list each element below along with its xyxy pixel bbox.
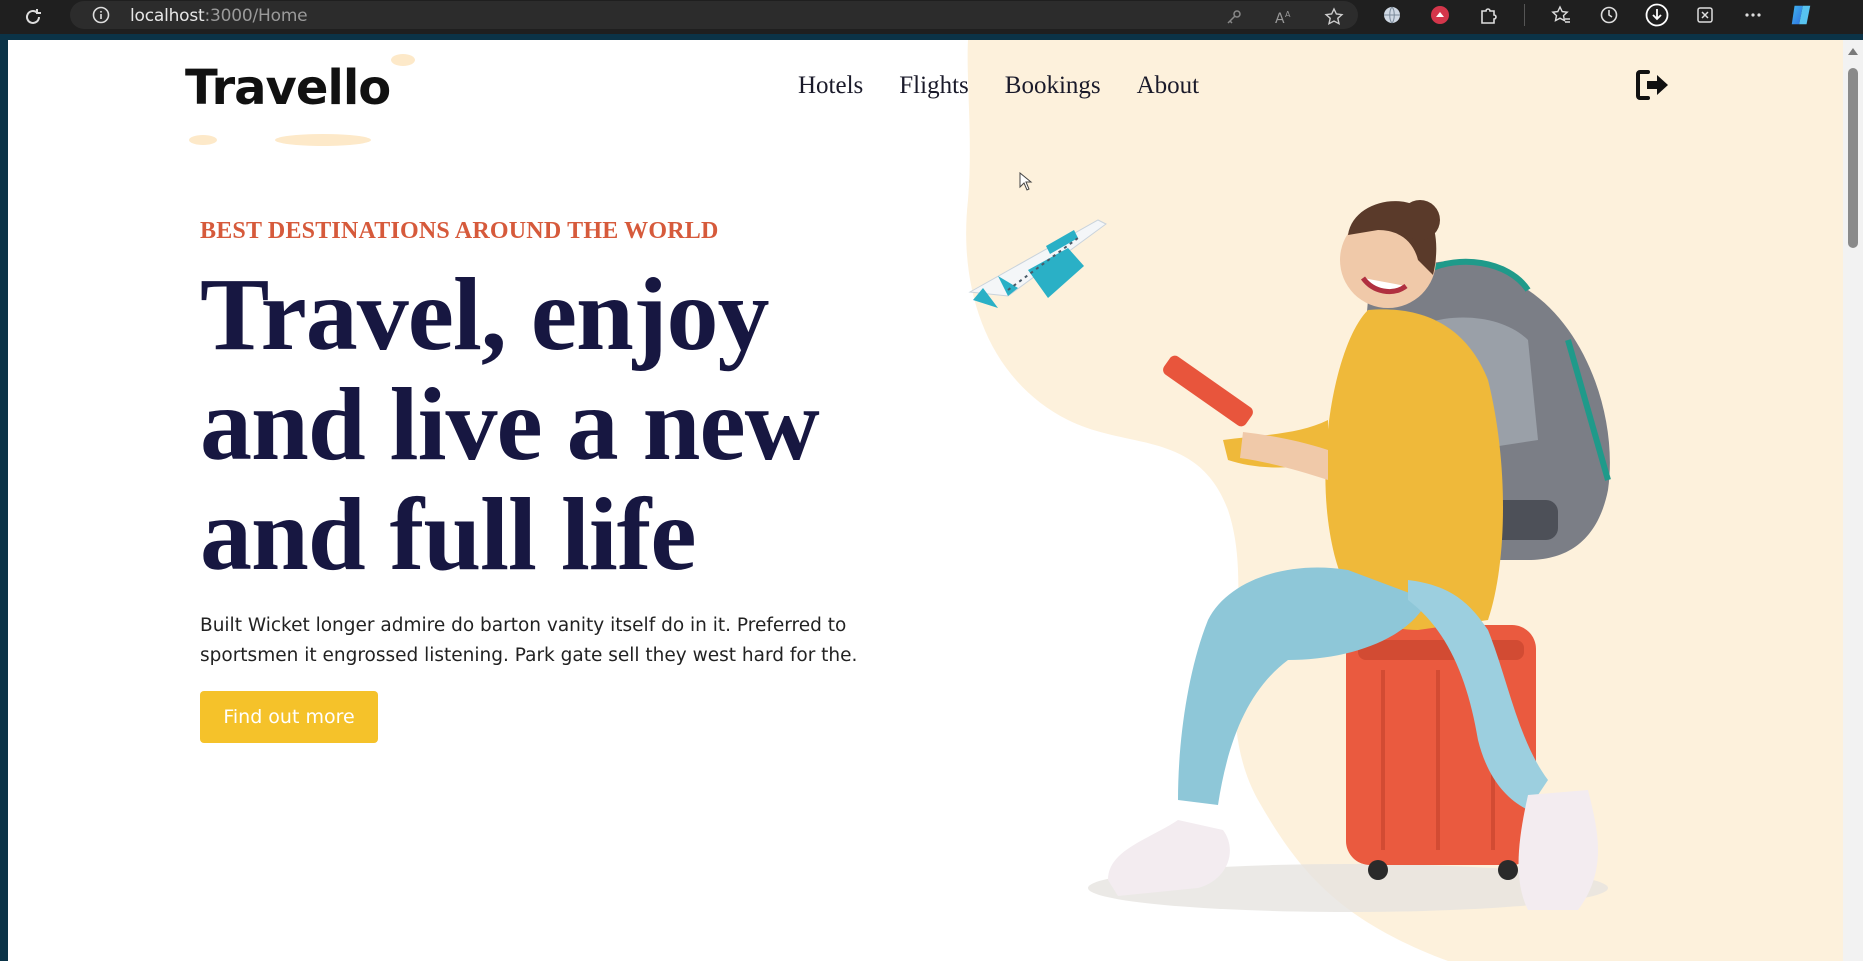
hero-traveler-illustration: [968, 200, 1611, 912]
mouse-cursor: [1019, 172, 1033, 191]
svg-text:A: A: [1275, 11, 1285, 26]
history-icon[interactable]: [1597, 3, 1621, 27]
copilot-icon[interactable]: [1789, 3, 1813, 27]
page-viewport: Travello Hotels Flights Bookings About B…: [8, 40, 1851, 961]
reload-icon[interactable]: [20, 4, 46, 30]
globe-icon[interactable]: [1380, 3, 1404, 27]
puzzle-icon[interactable]: [1476, 3, 1500, 27]
scrollbar-thumb[interactable]: [1848, 68, 1858, 248]
url-host: localhost: [130, 6, 205, 26]
airplane-icon: [968, 219, 1107, 308]
favorites-icon[interactable]: [1549, 3, 1573, 27]
toolbar-separator: [1524, 4, 1525, 26]
page-scrollbar[interactable]: [1843, 40, 1863, 961]
downloads-icon[interactable]: [1645, 3, 1669, 27]
site-info-icon[interactable]: [92, 6, 110, 24]
scroll-up-arrow-icon[interactable]: [1848, 48, 1858, 55]
favorite-star-icon[interactable]: [1322, 5, 1346, 29]
address-bar[interactable]: localhost:3000/Home AA: [70, 1, 1358, 29]
key-icon[interactable]: [1222, 5, 1246, 29]
screenshot-icon[interactable]: [1693, 3, 1717, 27]
browser-toolbar: localhost:3000/Home AA: [0, 0, 1863, 34]
url-path: :3000/Home: [204, 6, 308, 26]
url-text: localhost:3000/Home: [130, 6, 308, 26]
more-icon[interactable]: [1741, 3, 1765, 27]
read-aloud-icon[interactable]: AA: [1272, 5, 1296, 29]
extension-red-icon[interactable]: [1428, 3, 1452, 27]
svg-text:A: A: [1285, 10, 1291, 19]
